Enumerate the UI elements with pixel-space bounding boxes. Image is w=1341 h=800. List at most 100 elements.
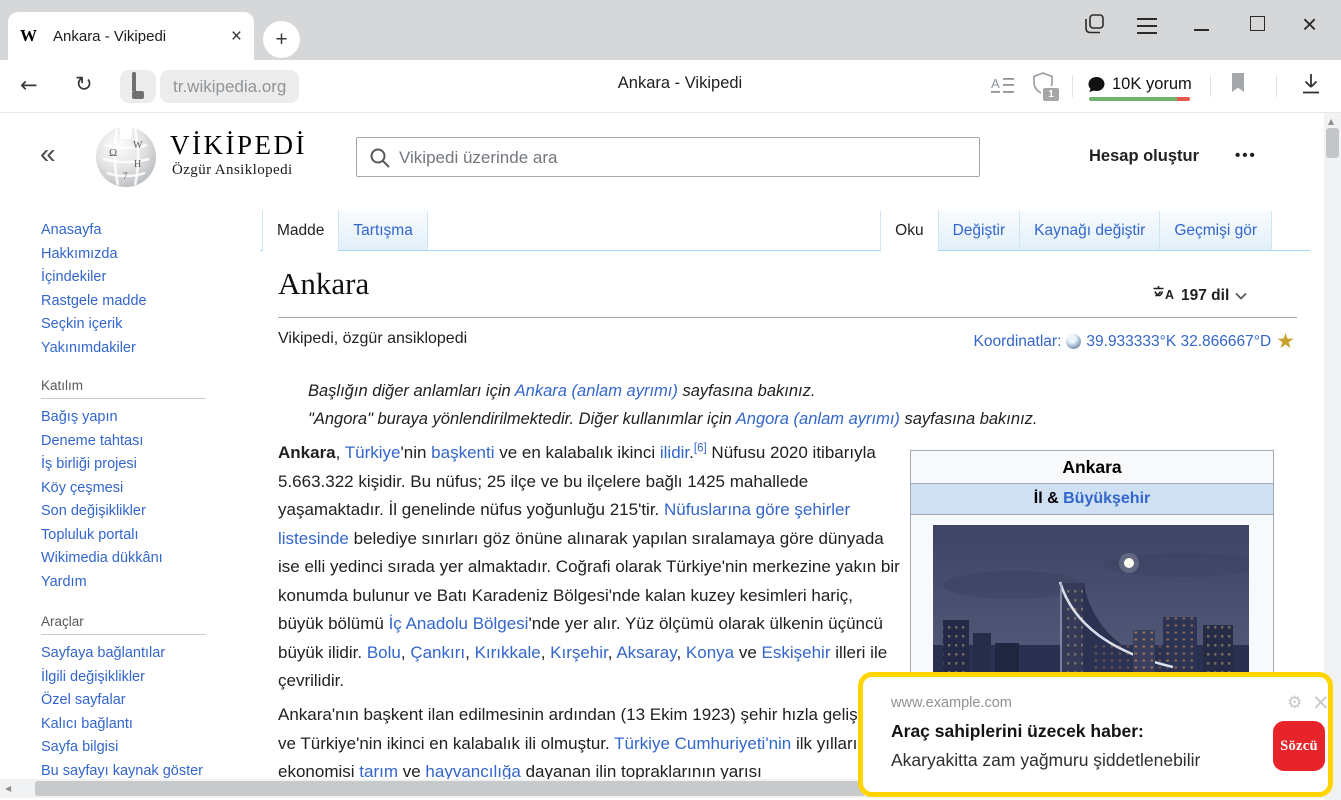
scroll-up-icon[interactable]: ▲ (1328, 117, 1334, 126)
tab-madde[interactable]: Madde (262, 211, 340, 251)
sidebar-link[interactable]: Deneme tahtası (41, 430, 163, 454)
tab-oku[interactable]: Oku (880, 211, 939, 251)
ad-close-icon[interactable]: × (1312, 690, 1330, 714)
language-selector[interactable]: A 197 dil (1152, 285, 1247, 307)
sidebar-link[interactable]: Wikimedia dükkânı (41, 547, 163, 571)
sidebar-link[interactable]: Kalıcı bağlantı (41, 713, 203, 737)
sidebar-link[interactable]: Köy çeşmesi (41, 477, 163, 501)
article-link[interactable]: İç Anadolu Bölgesi (389, 614, 529, 633)
sidebar-link[interactable]: İş birliği projesi (41, 453, 163, 477)
article-link[interactable]: Türkiye Cumhuriyeti'nin (614, 734, 791, 753)
sidebar-section-katilim: Katılım (41, 378, 206, 399)
language-icon: A (1152, 285, 1175, 307)
scroll-left-icon[interactable]: ◀ (5, 784, 11, 793)
article-link[interactable]: Aksaray (616, 643, 676, 662)
wiki-search-box[interactable] (356, 137, 980, 178)
sidebar-araclar-group: Sayfaya bağlantılar İlgili değişiklikler Ö… (41, 642, 203, 783)
sidebar-link[interactable]: Rastgele madde (41, 290, 147, 314)
sidebar-link[interactable]: Seçkin içerik (41, 313, 147, 337)
tab-gecmisi-gor[interactable]: Geçmişi gör (1160, 211, 1272, 250)
svg-text:Ω: Ω (109, 147, 117, 159)
reload-icon[interactable]: ↻ (75, 72, 93, 96)
window-close-button[interactable]: × (1302, 9, 1317, 40)
wikipedia-logo[interactable]: Ω W H 7 (93, 123, 159, 194)
sidebar-link[interactable]: Özel sayfalar (41, 689, 203, 713)
comments-count[interactable]: 10K yorum (1112, 75, 1192, 94)
text-run: "Angora" buraya yönlendirilmektedir. Diğ… (308, 410, 736, 428)
article-link[interactable]: başkenti (431, 443, 494, 462)
sidebar-link[interactable]: İlgili değişiklikler (41, 666, 203, 690)
toolbar-divider (1072, 75, 1073, 97)
svg-text:A: A (1165, 288, 1174, 302)
sozcu-logo[interactable]: Sözcü (1273, 721, 1325, 771)
site-rating-bar (1089, 97, 1190, 101)
coordinates-value-link[interactable]: 39.933333°K 32.866667°D (1086, 333, 1271, 351)
sidebar-link[interactable]: Hakkımızda (41, 243, 147, 267)
browser-tab[interactable]: W Ankara - Vikipedi × (8, 12, 254, 60)
tab-tartisma[interactable]: Tartışma (339, 211, 428, 250)
sidebar-link[interactable]: Son değişiklikler (41, 500, 163, 524)
tab-groups-icon[interactable] (1081, 11, 1107, 42)
featured-star-icon[interactable]: ★ (1276, 331, 1295, 352)
sozcu-logo-text: Sözcü (1280, 737, 1318, 754)
text-run: , (335, 443, 345, 462)
sidebar-link[interactable]: Bağış yapın (41, 406, 163, 430)
create-account-link[interactable]: Hesap oluştur (1089, 147, 1199, 166)
coordinates-label-link[interactable]: Koordinatlar: (974, 333, 1062, 351)
language-count: 197 dil (1181, 287, 1230, 304)
sidebar-link[interactable]: Sayfaya bağlantılar (41, 642, 203, 666)
back-icon[interactable]: ← (20, 73, 38, 97)
vertical-scrollbar-thumb[interactable] (1326, 128, 1339, 158)
sidebar-link[interactable]: Yakınımdakiler (41, 337, 147, 361)
ad-headline[interactable]: Araç sahiplerini üzecek haber: (891, 721, 1144, 742)
tab-title: Ankara - Vikipedi (53, 27, 167, 45)
article-link[interactable]: Eskişehir (762, 643, 831, 662)
search-input[interactable] (397, 138, 971, 178)
sidebar-link[interactable]: Topluluk portalı (41, 524, 163, 548)
article-link[interactable]: ilidir (660, 443, 689, 462)
browser-window: W Ankara - Vikipedi × + × ← ↻ tr.wikiped… (0, 0, 1341, 800)
sidebar-collapse-icon[interactable]: « (40, 138, 56, 170)
article-link[interactable]: Ankara (anlam ayrımı) (515, 382, 678, 400)
protect-shield-icon[interactable]: 1 (1030, 71, 1061, 103)
sidebar-link[interactable]: İçindekiler (41, 266, 147, 290)
article-link[interactable]: Konya (686, 643, 734, 662)
window-minimize-button[interactable] (1194, 29, 1209, 31)
view-tabs: Oku Değiştir Kaynağı değiştir Geçmişi gö… (880, 211, 1272, 251)
wiki-wordmark[interactable]: VİKİPEDİ (170, 130, 307, 161)
tab-degistir[interactable]: Değiştir (938, 211, 1021, 250)
ad-settings-gear-icon[interactable]: ⚙ (1287, 693, 1302, 713)
tab-kaynagi-degistir[interactable]: Kaynağı değiştir (1020, 211, 1161, 250)
reference-link[interactable]: [6] (694, 442, 707, 455)
address-bar[interactable]: tr.wikipedia.org (160, 70, 300, 103)
comments-icon[interactable] (1087, 76, 1106, 98)
window-maximize-button[interactable] (1250, 16, 1265, 31)
toolbar-page-title: Ankara - Vikipedi (617, 74, 743, 92)
tab-close-icon[interactable]: × (231, 27, 242, 46)
new-tab-button[interactable]: + (263, 21, 300, 58)
article-link[interactable]: Bolu (367, 643, 401, 662)
sidebar-link[interactable]: Sayfa bilgisi (41, 736, 203, 760)
article-link[interactable]: Çankırı (410, 643, 465, 662)
bookmark-icon[interactable] (1230, 73, 1246, 98)
reader-mode-icon[interactable]: A (991, 75, 1015, 100)
text-run: , (540, 642, 551, 662)
ad-text[interactable]: Akaryakitta zam yağmuru şiddetlenebilir (891, 750, 1200, 771)
namespace-tabs: Madde Tartışma (262, 211, 428, 251)
sidebar-link[interactable]: Anasayfa (41, 219, 147, 243)
hatnote: "Angora" buraya yönlendirilmektedir. Diğ… (308, 405, 1108, 434)
infobox-type-link[interactable]: Büyükşehir (1063, 490, 1150, 507)
browser-toolbar: ← ↻ tr.wikipedia.org Ankara - Vikipedi A (0, 60, 1341, 113)
site-security-button[interactable] (120, 70, 156, 103)
article-link[interactable]: Türkiye (345, 443, 401, 462)
article-link[interactable]: Kırşehir (550, 643, 608, 662)
more-options-icon[interactable]: ••• (1235, 147, 1257, 164)
globe-icon[interactable] (1066, 334, 1082, 349)
article-link[interactable]: Kırıkkale (475, 643, 541, 662)
downloads-icon[interactable] (1300, 72, 1322, 101)
text-run: Başlığın diğer anlamları için (308, 382, 515, 400)
article-link[interactable]: Angora (anlam ayrımı) (736, 410, 900, 428)
sidebar-link[interactable]: Yardım (41, 571, 163, 595)
browser-menu-icon[interactable] (1137, 13, 1157, 39)
horizontal-scrollbar-thumb[interactable] (35, 781, 865, 796)
